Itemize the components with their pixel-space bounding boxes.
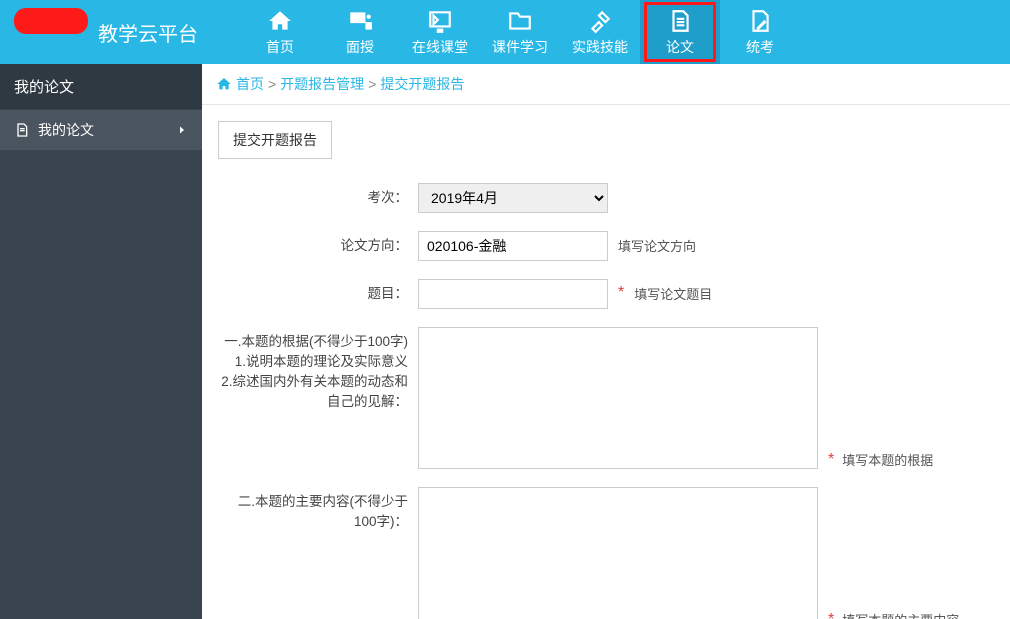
label-basis: 一.本题的根据(不得少于100字) 1.说明本题的理论及实际意义 2.综述国内外… <box>218 327 418 412</box>
term-select[interactable]: 2019年4月 <box>418 183 608 213</box>
nav-label: 首页 <box>266 37 294 57</box>
nav-label: 面授 <box>346 37 374 57</box>
crumb-mid[interactable]: 开题报告管理 <box>280 74 364 94</box>
row-basis: 一.本题的根据(不得少于100字) 1.说明本题的理论及实际意义 2.综述国内外… <box>218 327 994 469</box>
crumb-sep: > <box>268 76 276 92</box>
document-icon <box>660 7 700 35</box>
label-content: 二.本题的主要内容(不得少于100字)： <box>218 487 418 532</box>
brand-title: 教学云平台 <box>14 18 198 47</box>
hint-basis: 填写本题的根据 <box>842 445 933 469</box>
hint-direction: 填写论文方向 <box>618 231 696 255</box>
submit-report-button[interactable]: 提交开题报告 <box>218 121 332 159</box>
document-small-icon <box>14 122 30 138</box>
form-zone: 提交开题报告 考次： 2019年4月 论文方向： 填写论文方向 <box>202 105 1010 619</box>
top-nav: 教学云平台 首页 面授 在线课堂 课件学习 <box>0 0 1010 64</box>
folder-icon <box>500 7 540 35</box>
brand-area: 教学云平台 <box>0 0 200 64</box>
row-title: 题目： * 填写论文题目 <box>218 279 994 309</box>
chevron-right-icon <box>176 124 188 136</box>
nav-thesis[interactable]: 论文 <box>640 0 720 64</box>
row-term: 考次： 2019年4月 <box>218 183 994 213</box>
row-content: 二.本题的主要内容(不得少于100字)： * 填写本题的主要内容 <box>218 487 994 619</box>
nav-label: 论文 <box>666 37 694 57</box>
required-mark: * <box>828 606 834 619</box>
tools-icon <box>580 7 620 35</box>
teacher-icon <box>340 7 380 35</box>
label-title: 题目： <box>218 279 418 304</box>
nav-label: 统考 <box>746 37 774 57</box>
page-body: 我的论文 我的论文 首页 > 开题报告管理 > 提交开题报告 提交开题报告 考次… <box>0 64 1010 619</box>
nav-home[interactable]: 首页 <box>240 0 320 64</box>
content: 首页 > 开题报告管理 > 提交开题报告 提交开题报告 考次： 2019年4月 … <box>202 64 1010 619</box>
nav-offline[interactable]: 面授 <box>320 0 400 64</box>
required-mark: * <box>618 279 624 302</box>
label-term: 考次： <box>218 183 418 208</box>
nav-label: 实践技能 <box>572 37 628 57</box>
nav-exam[interactable]: 统考 <box>720 0 800 64</box>
home-small-icon <box>216 76 232 92</box>
direction-input[interactable] <box>418 231 608 261</box>
sidebar: 我的论文 我的论文 <box>0 64 202 619</box>
crumb-last: 提交开题报告 <box>380 74 464 94</box>
hint-title: 填写论文题目 <box>634 279 712 303</box>
nav-courseware[interactable]: 课件学习 <box>480 0 560 64</box>
nav-label: 在线课堂 <box>412 37 468 57</box>
required-mark: * <box>828 446 834 469</box>
content-textarea[interactable] <box>418 487 818 619</box>
row-direction: 论文方向： 填写论文方向 <box>218 231 994 261</box>
title-input[interactable] <box>418 279 608 309</box>
sidebar-item-label: 我的论文 <box>38 120 94 140</box>
nav-online[interactable]: 在线课堂 <box>400 0 480 64</box>
sidebar-filler <box>0 150 202 619</box>
screen-icon <box>420 7 460 35</box>
nav-items: 首页 面授 在线课堂 课件学习 实践技能 <box>240 0 800 64</box>
label-direction: 论文方向： <box>218 231 418 256</box>
crumb-sep: > <box>368 76 376 92</box>
breadcrumb: 首页 > 开题报告管理 > 提交开题报告 <box>202 64 1010 105</box>
sidebar-title: 我的论文 <box>0 64 202 109</box>
home-icon <box>260 7 300 35</box>
edit-document-icon <box>740 7 780 35</box>
crumb-root[interactable]: 首页 <box>236 74 264 94</box>
nav-practice[interactable]: 实践技能 <box>560 0 640 64</box>
nav-label: 课件学习 <box>492 37 548 57</box>
sidebar-item-my-thesis[interactable]: 我的论文 <box>0 109 202 150</box>
basis-textarea[interactable] <box>418 327 818 469</box>
hint-content: 填写本题的主要内容 <box>842 605 959 619</box>
